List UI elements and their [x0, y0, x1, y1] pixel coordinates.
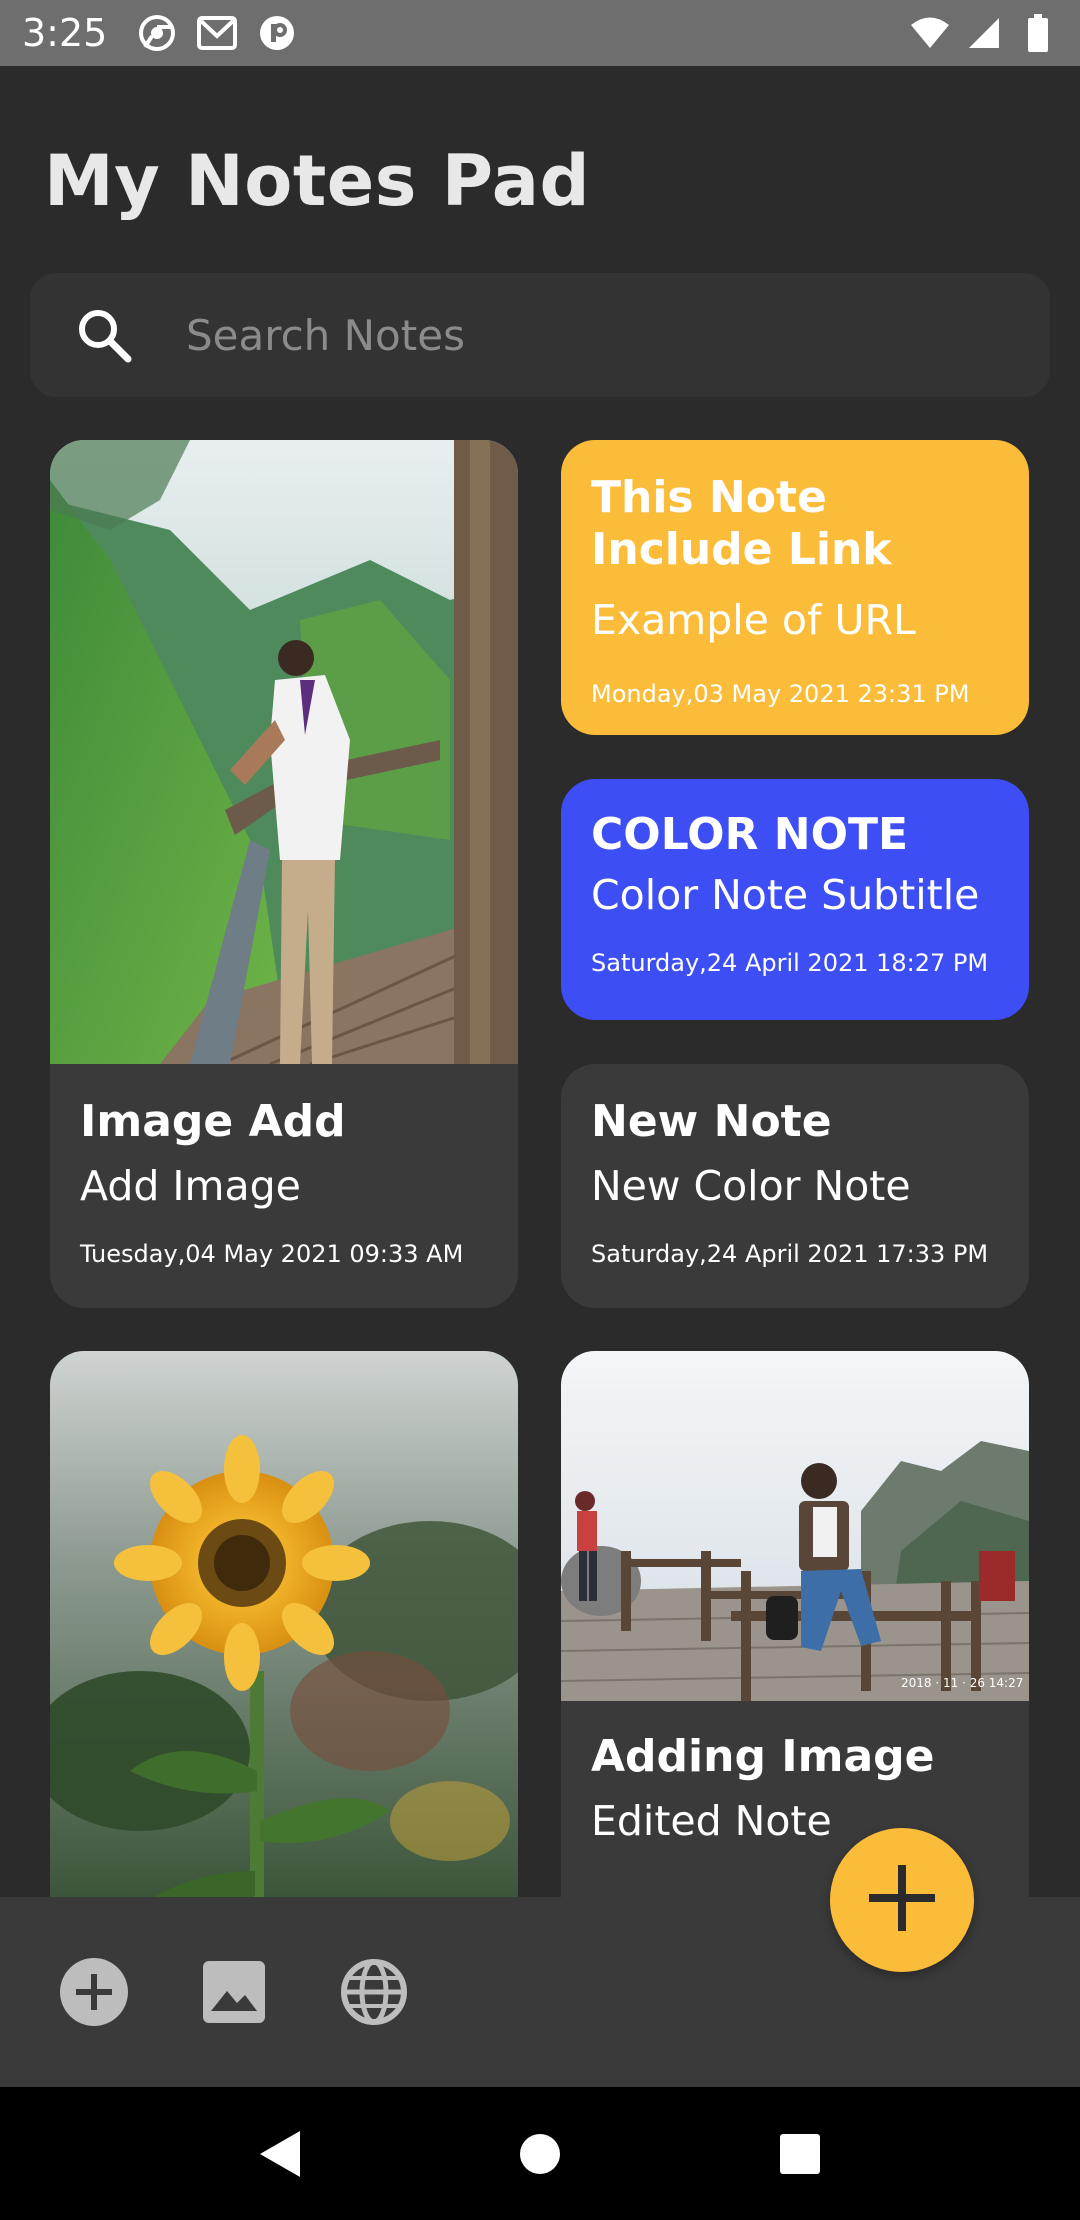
note-title: Adding Image: [591, 1731, 935, 1782]
app-icon: [257, 13, 297, 53]
note-photo-man-boardwalk: [50, 440, 518, 1064]
home-icon[interactable]: [505, 2119, 575, 2189]
page-title: My Notes Pad: [44, 140, 591, 222]
status-system-icons: [910, 13, 1058, 53]
add-circle-icon[interactable]: [58, 1956, 130, 2028]
note-subtitle: New Color Note: [591, 1161, 911, 1210]
note-card-adding-image[interactable]: 2018 · 11 · 26 14:27 Adding Image Edited…: [561, 1351, 1029, 1897]
add-note-fab[interactable]: [830, 1828, 974, 1972]
note-body: COLOR NOTE Color Note Subtitle Saturday,…: [561, 779, 1029, 977]
note-body: This Note Include Link Example of URL Mo…: [561, 440, 1029, 708]
note-date: Saturday,24 April 2021 17:33 PM: [591, 1239, 989, 1268]
notes-grid: Image Add Add Image Tuesday,04 May 2021 …: [0, 440, 1080, 1897]
note-title: This Note Include Link: [591, 472, 892, 575]
photo-date-stamp: 2018 · 11 · 26 14:27: [901, 1676, 1023, 1690]
system-nav-bar: [0, 2087, 1080, 2220]
note-date: Tuesday,04 May 2021 09:33 AM: [80, 1239, 464, 1268]
note-card-image-add[interactable]: Image Add Add Image Tuesday,04 May 2021 …: [50, 440, 518, 1308]
gmail-icon: [197, 13, 238, 53]
note-card-color-note[interactable]: COLOR NOTE Color Note Subtitle Saturday,…: [561, 779, 1029, 1020]
note-title: New Note: [591, 1096, 832, 1147]
note-title: Image Add: [80, 1096, 346, 1147]
note-subtitle: Example of URL: [591, 595, 916, 644]
note-photo-sunflower: [50, 1351, 518, 1897]
image-icon[interactable]: [198, 1956, 270, 2028]
search-input[interactable]: [186, 310, 986, 360]
signal-icon: [964, 13, 1004, 53]
note-body: Adding Image Edited Note: [561, 1701, 1029, 1845]
note-title: COLOR NOTE: [591, 809, 909, 860]
status-notification-icons: [137, 13, 297, 53]
note-subtitle: Add Image: [80, 1161, 301, 1210]
note-card-new-note[interactable]: New Note New Color Note Saturday,24 Apri…: [561, 1064, 1029, 1308]
recents-icon[interactable]: [765, 2119, 835, 2189]
wifi-icon: [910, 13, 950, 53]
note-date: Monday,03 May 2021 23:31 PM: [591, 679, 970, 708]
note-photo-man-viewpoint: 2018 · 11 · 26 14:27: [561, 1351, 1029, 1701]
search-bar[interactable]: [30, 273, 1050, 397]
back-icon[interactable]: [245, 2119, 315, 2189]
status-time: 3:25: [22, 11, 108, 55]
status-bar: 3:25: [0, 0, 1080, 66]
note-card-include-link[interactable]: This Note Include Link Example of URL Mo…: [561, 440, 1029, 735]
note-date: Saturday,24 April 2021 18:27 PM: [591, 948, 989, 977]
chrome-icon: [137, 13, 177, 53]
note-body: Image Add Add Image Tuesday,04 May 2021 …: [50, 1064, 518, 1268]
note-body: New Note New Color Note Saturday,24 Apri…: [561, 1064, 1029, 1268]
note-subtitle: Color Note Subtitle: [591, 870, 980, 919]
globe-icon[interactable]: [338, 1956, 410, 2028]
battery-icon: [1018, 13, 1058, 53]
plus-icon: [869, 1865, 935, 1935]
note-card-sunflower[interactable]: [50, 1351, 518, 1897]
search-icon: [74, 305, 134, 365]
